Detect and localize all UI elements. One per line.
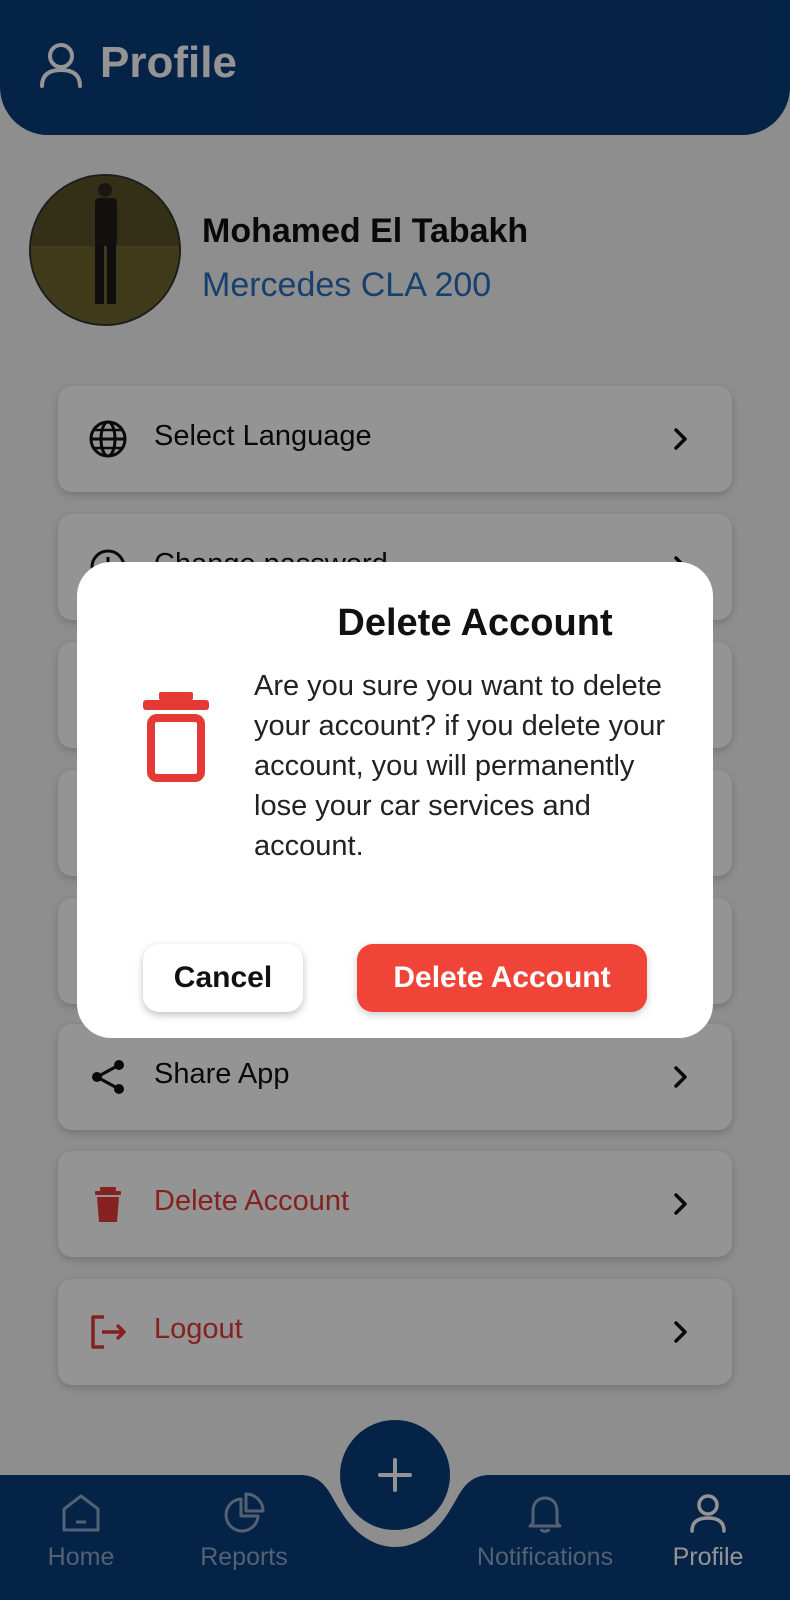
- dialog-title: Delete Account: [337, 602, 613, 644]
- confirm-delete-button[interactable]: Delete Account: [357, 944, 647, 1012]
- dialog-message: Are you sure you want to delete your acc…: [254, 670, 666, 862]
- cancel-button[interactable]: Cancel: [143, 944, 303, 1012]
- delete-account-dialog: Delete Account Are you sure you want to …: [77, 562, 713, 1038]
- trash-icon: [143, 692, 209, 782]
